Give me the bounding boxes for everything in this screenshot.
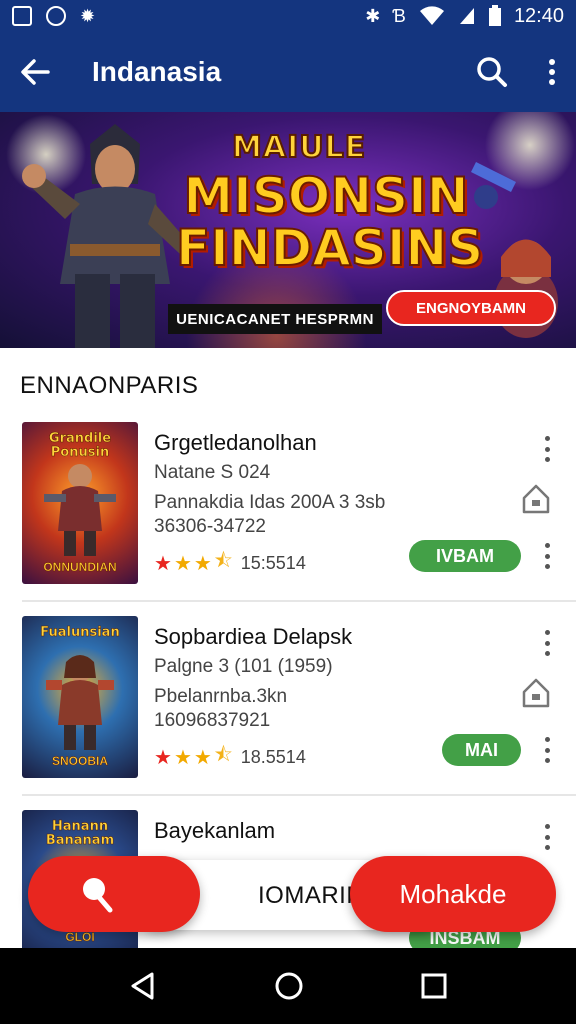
install-button[interactable]: IVBAM [409, 540, 521, 572]
status-bar: ✹ ✱ Ɓ 12:40 [0, 0, 576, 32]
star-icon: ★ [193, 552, 212, 575]
nav-back-icon[interactable] [128, 971, 158, 1001]
more-vert-icon[interactable] [548, 58, 556, 86]
divider [22, 600, 576, 602]
star-icon: ★ [193, 746, 212, 769]
item-more-icon[interactable] [537, 630, 557, 656]
star-icon: ★ [154, 746, 172, 769]
item-title: Bayekanlam [154, 818, 276, 843]
item-more-icon[interactable] [537, 737, 557, 763]
star-icon: ★ [154, 552, 172, 575]
thumbnail-title: Hanann Bananam [45, 819, 115, 848]
pin-action-button[interactable] [28, 856, 200, 932]
back-arrow-icon[interactable] [20, 58, 50, 86]
system-nav-bar [0, 948, 576, 1024]
nav-recents-icon[interactable] [420, 972, 448, 1000]
item-rating: ★ ★ ★ ⯪ 18.5514 [154, 740, 306, 774]
settings-notification-icon: ✹ [80, 6, 96, 26]
pin-icon [83, 878, 113, 913]
hero-title-line1: MISONSIN [182, 167, 469, 225]
list-item[interactable]: Grandile Ponusin ONNUNDIAN Grgetledanolh… [0, 410, 576, 604]
list-item[interactable]: Fualunsian SNOOBIA Sopbardiea Delapsk Pa… [0, 604, 576, 798]
star-half-icon: ⯪ [213, 744, 233, 766]
thumbnail-title: Fualunsian [40, 625, 120, 640]
item-title: Sopbardiea Delapsk [154, 624, 353, 649]
item-more-icon[interactable] [537, 824, 557, 850]
status-left-icons: ✹ [12, 6, 95, 26]
divider [22, 794, 576, 796]
item-more-icon[interactable] [537, 543, 557, 569]
rating-value: 18.5514 [240, 746, 306, 767]
star-icon: ★ [173, 552, 192, 575]
hero-banner[interactable]: MAIULE MISONSIN FINDASINS UENICACANET HE… [0, 112, 576, 348]
game-thumbnail[interactable]: Fualunsian SNOOBIA [22, 616, 138, 778]
game-thumbnail[interactable]: Grandile Ponusin ONNUNDIAN [22, 422, 138, 584]
page-title: Indanasia [92, 56, 222, 87]
hero-cta-button[interactable]: ENGNOYBAMN [386, 290, 556, 326]
thumbnail-character-illustration [46, 655, 114, 750]
thumbnail-bottom-text: SNOOBIA [51, 754, 109, 769]
search-icon[interactable] [476, 56, 508, 88]
wifi-icon [419, 6, 444, 25]
primary-action-button[interactable]: Mohakde [350, 856, 556, 932]
thumbnail-bottom-text: ONNUNDIAN [43, 560, 117, 575]
hero-title-small: MAIULE [231, 129, 367, 166]
nav-home-icon[interactable] [274, 971, 304, 1001]
item-code: 36306-34722 [154, 516, 266, 537]
gallery-notification-icon [12, 6, 32, 26]
app-bar: Indanasia [0, 32, 576, 112]
app-bar-actions [476, 56, 556, 88]
bottom-action-bar: IOMARIRNEHA Mohakde [28, 856, 556, 934]
item-detail: Pannakdia Idas 200A 3 3sb [154, 492, 386, 513]
item-detail: Pbelanrnba.3kn [154, 686, 288, 707]
item-code: 16096837921 [154, 710, 271, 731]
item-rating: ★ ★ ★ ⯪ 15:5514 [154, 546, 306, 580]
item-subtitle: Natane S 024 [154, 462, 271, 483]
status-right-icons: ✱ Ɓ 12:40 [365, 5, 564, 28]
battery-icon [488, 5, 501, 26]
install-button[interactable]: MAI [442, 734, 521, 766]
nfc-icon: Ɓ [392, 6, 406, 26]
bluetooth-icon: ✱ [365, 6, 381, 26]
thumbnail-title: Grandile Ponusin [48, 431, 112, 460]
item-title: Grgetledanolhan [154, 430, 317, 455]
rating-value: 15:5514 [240, 552, 306, 573]
hero-title-line2: FINDASINS [175, 219, 484, 277]
item-subtitle: Palgne 3 (101 (1959) [154, 656, 333, 677]
signal-icon [459, 8, 474, 24]
status-time: 12:40 [513, 4, 564, 27]
home-lock-icon[interactable] [520, 676, 552, 710]
hero-title: MISONSIN FINDASINS [175, 167, 484, 277]
item-more-icon[interactable] [537, 436, 557, 462]
home-lock-icon[interactable] [520, 482, 552, 516]
star-icon: ★ [173, 746, 192, 769]
thumbnail-character-illustration [44, 464, 116, 556]
hero-tagline: UENICACANET HESPRMN [168, 304, 382, 334]
star-half-icon: ⯪ [213, 550, 233, 572]
section-title: ENNAONPARIS [20, 372, 199, 399]
camera-notification-icon [46, 6, 66, 26]
